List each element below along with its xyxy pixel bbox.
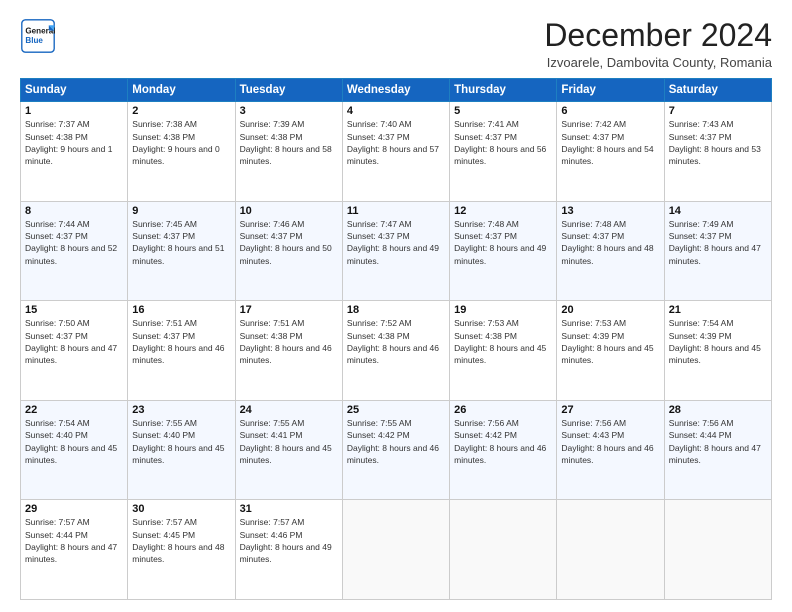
table-row: 19 Sunrise: 7:53 AMSunset: 4:38 PMDaylig…: [450, 301, 557, 401]
logo: General Blue: [20, 18, 56, 54]
col-saturday: Saturday: [664, 79, 771, 102]
table-row: 17 Sunrise: 7:51 AMSunset: 4:38 PMDaylig…: [235, 301, 342, 401]
col-wednesday: Wednesday: [342, 79, 449, 102]
table-row: 22 Sunrise: 7:54 AMSunset: 4:40 PMDaylig…: [21, 400, 128, 500]
table-row: [557, 500, 664, 600]
table-row: 26 Sunrise: 7:56 AMSunset: 4:42 PMDaylig…: [450, 400, 557, 500]
col-friday: Friday: [557, 79, 664, 102]
table-row: 7 Sunrise: 7:43 AMSunset: 4:37 PMDayligh…: [664, 102, 771, 202]
table-row: 21 Sunrise: 7:54 AMSunset: 4:39 PMDaylig…: [664, 301, 771, 401]
table-row: 29 Sunrise: 7:57 AMSunset: 4:44 PMDaylig…: [21, 500, 128, 600]
table-row: 18 Sunrise: 7:52 AMSunset: 4:38 PMDaylig…: [342, 301, 449, 401]
title-block: December 2024 Izvoarele, Dambovita Count…: [544, 18, 772, 70]
table-row: 13 Sunrise: 7:48 AMSunset: 4:37 PMDaylig…: [557, 201, 664, 301]
calendar-table: Sunday Monday Tuesday Wednesday Thursday…: [20, 78, 772, 600]
table-row: 25 Sunrise: 7:55 AMSunset: 4:42 PMDaylig…: [342, 400, 449, 500]
table-row: [450, 500, 557, 600]
calendar-week-row: 15 Sunrise: 7:50 AMSunset: 4:37 PMDaylig…: [21, 301, 772, 401]
calendar-header-row: Sunday Monday Tuesday Wednesday Thursday…: [21, 79, 772, 102]
page: General Blue December 2024 Izvoarele, Da…: [0, 0, 792, 612]
table-row: 30 Sunrise: 7:57 AMSunset: 4:45 PMDaylig…: [128, 500, 235, 600]
logo-icon: General Blue: [20, 18, 56, 54]
table-row: 9 Sunrise: 7:45 AMSunset: 4:37 PMDayligh…: [128, 201, 235, 301]
table-row: 3 Sunrise: 7:39 AMSunset: 4:38 PMDayligh…: [235, 102, 342, 202]
table-row: 15 Sunrise: 7:50 AMSunset: 4:37 PMDaylig…: [21, 301, 128, 401]
table-row: 24 Sunrise: 7:55 AMSunset: 4:41 PMDaylig…: [235, 400, 342, 500]
table-row: 8 Sunrise: 7:44 AMSunset: 4:37 PMDayligh…: [21, 201, 128, 301]
table-row: 10 Sunrise: 7:46 AMSunset: 4:37 PMDaylig…: [235, 201, 342, 301]
table-row: 28 Sunrise: 7:56 AMSunset: 4:44 PMDaylig…: [664, 400, 771, 500]
calendar-week-row: 1 Sunrise: 7:37 AMSunset: 4:38 PMDayligh…: [21, 102, 772, 202]
table-row: 14 Sunrise: 7:49 AMSunset: 4:37 PMDaylig…: [664, 201, 771, 301]
table-row: 11 Sunrise: 7:47 AMSunset: 4:37 PMDaylig…: [342, 201, 449, 301]
table-row: 6 Sunrise: 7:42 AMSunset: 4:37 PMDayligh…: [557, 102, 664, 202]
table-row: 23 Sunrise: 7:55 AMSunset: 4:40 PMDaylig…: [128, 400, 235, 500]
col-tuesday: Tuesday: [235, 79, 342, 102]
table-row: 27 Sunrise: 7:56 AMSunset: 4:43 PMDaylig…: [557, 400, 664, 500]
header: General Blue December 2024 Izvoarele, Da…: [20, 18, 772, 70]
calendar-week-row: 22 Sunrise: 7:54 AMSunset: 4:40 PMDaylig…: [21, 400, 772, 500]
table-row: [342, 500, 449, 600]
page-title: December 2024: [544, 18, 772, 53]
calendar-week-row: 29 Sunrise: 7:57 AMSunset: 4:44 PMDaylig…: [21, 500, 772, 600]
svg-text:Blue: Blue: [25, 36, 43, 45]
col-thursday: Thursday: [450, 79, 557, 102]
table-row: 2 Sunrise: 7:38 AMSunset: 4:38 PMDayligh…: [128, 102, 235, 202]
calendar-week-row: 8 Sunrise: 7:44 AMSunset: 4:37 PMDayligh…: [21, 201, 772, 301]
col-sunday: Sunday: [21, 79, 128, 102]
table-row: 5 Sunrise: 7:41 AMSunset: 4:37 PMDayligh…: [450, 102, 557, 202]
page-subtitle: Izvoarele, Dambovita County, Romania: [544, 55, 772, 70]
table-row: [664, 500, 771, 600]
table-row: 31 Sunrise: 7:57 AMSunset: 4:46 PMDaylig…: [235, 500, 342, 600]
col-monday: Monday: [128, 79, 235, 102]
table-row: 20 Sunrise: 7:53 AMSunset: 4:39 PMDaylig…: [557, 301, 664, 401]
table-row: 1 Sunrise: 7:37 AMSunset: 4:38 PMDayligh…: [21, 102, 128, 202]
table-row: 4 Sunrise: 7:40 AMSunset: 4:37 PMDayligh…: [342, 102, 449, 202]
table-row: 12 Sunrise: 7:48 AMSunset: 4:37 PMDaylig…: [450, 201, 557, 301]
table-row: 16 Sunrise: 7:51 AMSunset: 4:37 PMDaylig…: [128, 301, 235, 401]
